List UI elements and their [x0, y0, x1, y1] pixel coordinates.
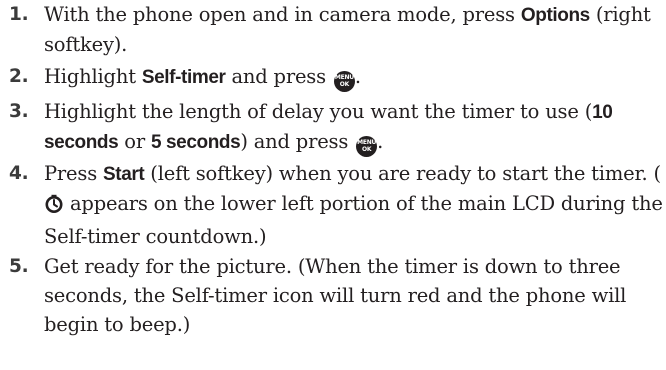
step-text: .: [354, 65, 361, 88]
menu-ok-key-icon: MENU OK: [356, 136, 378, 157]
step-text: Press: [44, 162, 103, 185]
self-timer-icon: [44, 193, 64, 222]
step-text: Highlight the length of delay you want t…: [44, 100, 593, 123]
step-text: and press: [225, 65, 332, 88]
step-number: 5.: [9, 256, 29, 277]
step-text: .: [377, 130, 384, 153]
start-key-label: Start: [103, 164, 145, 185]
instruction-list: 1. With the phone open and in camera mod…: [0, 0, 666, 339]
step-2: 2. Highlight Self-timer and press MENU OK…: [0, 62, 666, 92]
step-text: Highlight: [44, 65, 142, 88]
step-1: 1. With the phone open and in camera mod…: [0, 0, 666, 58]
options-key-label: Options: [520, 5, 590, 26]
five-seconds-label: 5 seconds: [150, 132, 241, 153]
step-text: appears on the lower left portion of the…: [44, 192, 663, 248]
step-number: 3.: [9, 101, 29, 122]
self-timer-label: Self-timer: [141, 67, 226, 88]
step-number: 4.: [9, 163, 29, 184]
step-text: or: [118, 130, 151, 153]
step-text: (left softkey) when you are ready to sta…: [144, 162, 661, 185]
step-3: 3. Highlight the length of delay you wan…: [0, 97, 666, 157]
step-number: 2.: [9, 66, 29, 87]
step-5: 5. Get ready for the picture. (When the …: [0, 252, 666, 339]
step-text: ) and press: [240, 130, 355, 153]
step-text: With the phone open and in camera mode, …: [44, 3, 521, 26]
step-text: Get ready for the picture. (When the tim…: [44, 255, 627, 336]
menu-ok-key-icon: MENU OK: [333, 71, 355, 92]
step-4: 4. Press Start (left softkey) when you a…: [0, 159, 666, 248]
step-number: 1.: [9, 4, 29, 25]
